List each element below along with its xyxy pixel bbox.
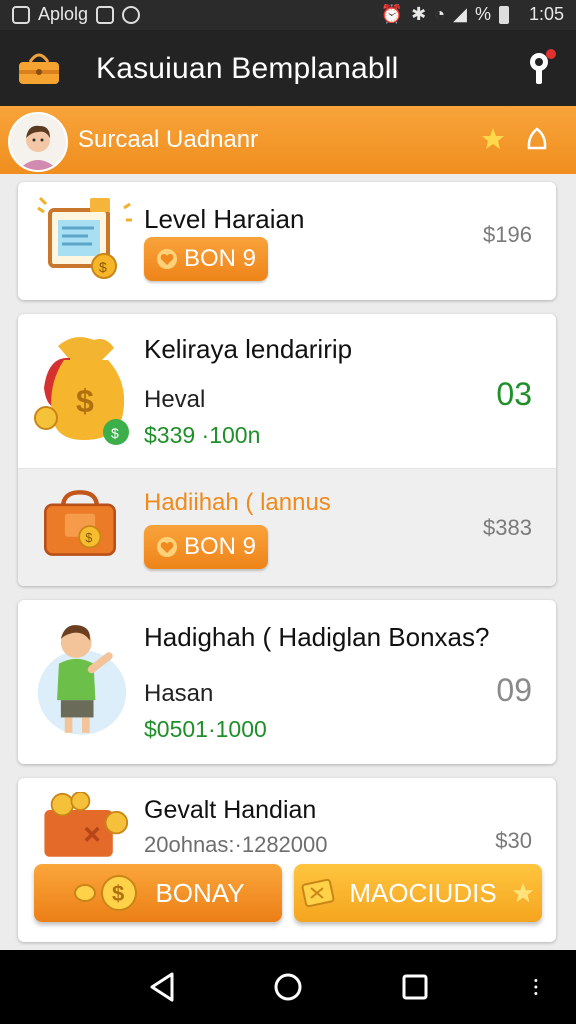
gallery-icon [12, 5, 30, 24]
wifi-icon: ◔ [434, 4, 446, 24]
recents-icon[interactable] [398, 970, 432, 1004]
card-amount: $383 [483, 515, 532, 540]
ticket-icon [301, 878, 335, 908]
wrench-settings-icon[interactable] [524, 48, 558, 88]
star-icon [512, 882, 533, 903]
card-count: 03 [496, 376, 532, 412]
bluetooth-icon: ✱ [411, 4, 427, 24]
card-value: $339 ·100n [144, 422, 261, 448]
heart-badge-icon [156, 249, 177, 269]
home-icon[interactable] [271, 970, 305, 1004]
svg-text:$: $ [112, 881, 124, 906]
app-title: Kasuiuan Bemplanabll [96, 52, 399, 85]
reward-card-money-bag[interactable]: $ $ Keliraya lendaririp Heval $339 ·100n… [18, 314, 556, 586]
card-title: Keliraya lendaririp [144, 334, 353, 364]
star-icon[interactable] [480, 126, 506, 152]
status-app-label: Aplolg [38, 4, 89, 24]
svg-text:$: $ [99, 259, 107, 275]
bonus-button[interactable]: BON 9 [144, 237, 268, 281]
card-amount: $196 [483, 222, 532, 247]
card-title: Hadiihah ( lannus [144, 489, 331, 516]
bonus-button[interactable]: BON 9 [144, 525, 268, 569]
card-title: Gevalt Handian [144, 796, 317, 824]
card-subsection-bonus[interactable]: $ Hadiihah ( lannus BON 9 $383 [18, 468, 556, 586]
card-amount: $30 [495, 828, 532, 853]
calendar-coin-illustration: $ [37, 196, 132, 279]
reward-card-daily-level[interactable]: $ Level Haraian BON 9 $196 [18, 182, 556, 300]
card-subtitle: Hasan [144, 680, 214, 707]
signal-icon: ◢ [453, 4, 467, 24]
primary-bonus-label: BONAY [155, 877, 245, 908]
coins-icon: $ [74, 875, 138, 911]
battery-icon [498, 5, 509, 24]
money-bag-illustration: $ $ [34, 337, 129, 445]
secondary-bonus-button[interactable]: MAOCIUDIS [294, 864, 542, 922]
coin-box-illustration [44, 792, 129, 857]
status-time: 1:05 [528, 4, 564, 24]
battery-percent: % [474, 4, 491, 24]
notification-icon [96, 5, 115, 24]
back-icon[interactable] [146, 970, 180, 1004]
status-bar: Aplolg ⏰ ✱ ◔ ◢ % 1:05 [0, 0, 576, 30]
svg-text:$: $ [76, 383, 94, 419]
reward-card-daily-bonus[interactable]: Gevalt Handian 20ohnas:·1282000 $30 $ BO… [18, 778, 556, 942]
card-count: 09 [496, 672, 532, 708]
card-subtitle: Heval [144, 386, 206, 413]
app-bar: Kasuiuan Bemplanabll [0, 30, 576, 106]
card-value: $0501·1000 [144, 716, 267, 742]
svg-text:$: $ [111, 425, 119, 441]
primary-bonus-button[interactable]: $ BONAY [34, 864, 282, 922]
bell-icon[interactable] [524, 126, 550, 152]
card-subtitle: 20ohnas:·1282000 [144, 832, 328, 857]
svg-text:$: $ [85, 531, 92, 545]
user-bar: Surcaal Uadnanr [0, 106, 576, 174]
record-icon [122, 5, 141, 24]
orange-bag-illustration: $ [44, 490, 116, 556]
more-options-icon[interactable] [530, 970, 550, 1004]
alarm-icon: ⏰ [380, 4, 404, 24]
heart-badge-icon [156, 537, 177, 557]
system-nav-bar [0, 950, 576, 1024]
card-title: Hadighah ( Hadiglan Bonxas? [144, 622, 490, 652]
card-title: Level Haraian [144, 204, 305, 234]
secondary-bonus-label: MAOCIUDIS [349, 877, 497, 908]
user-name: Surcaal Uadnanr [78, 126, 259, 153]
reward-card-bonus-boy[interactable]: Hadighah ( Hadiglan Bonxas? Hasan $0501·… [18, 600, 556, 764]
bonus-button-label: BON 9 [183, 533, 257, 560]
avatar-boy-icon [10, 114, 66, 170]
avatar[interactable] [8, 112, 68, 172]
bonus-button-label: BON 9 [183, 245, 257, 272]
shop-bag-icon[interactable] [16, 48, 62, 88]
waving-boy-illustration [37, 625, 127, 735]
